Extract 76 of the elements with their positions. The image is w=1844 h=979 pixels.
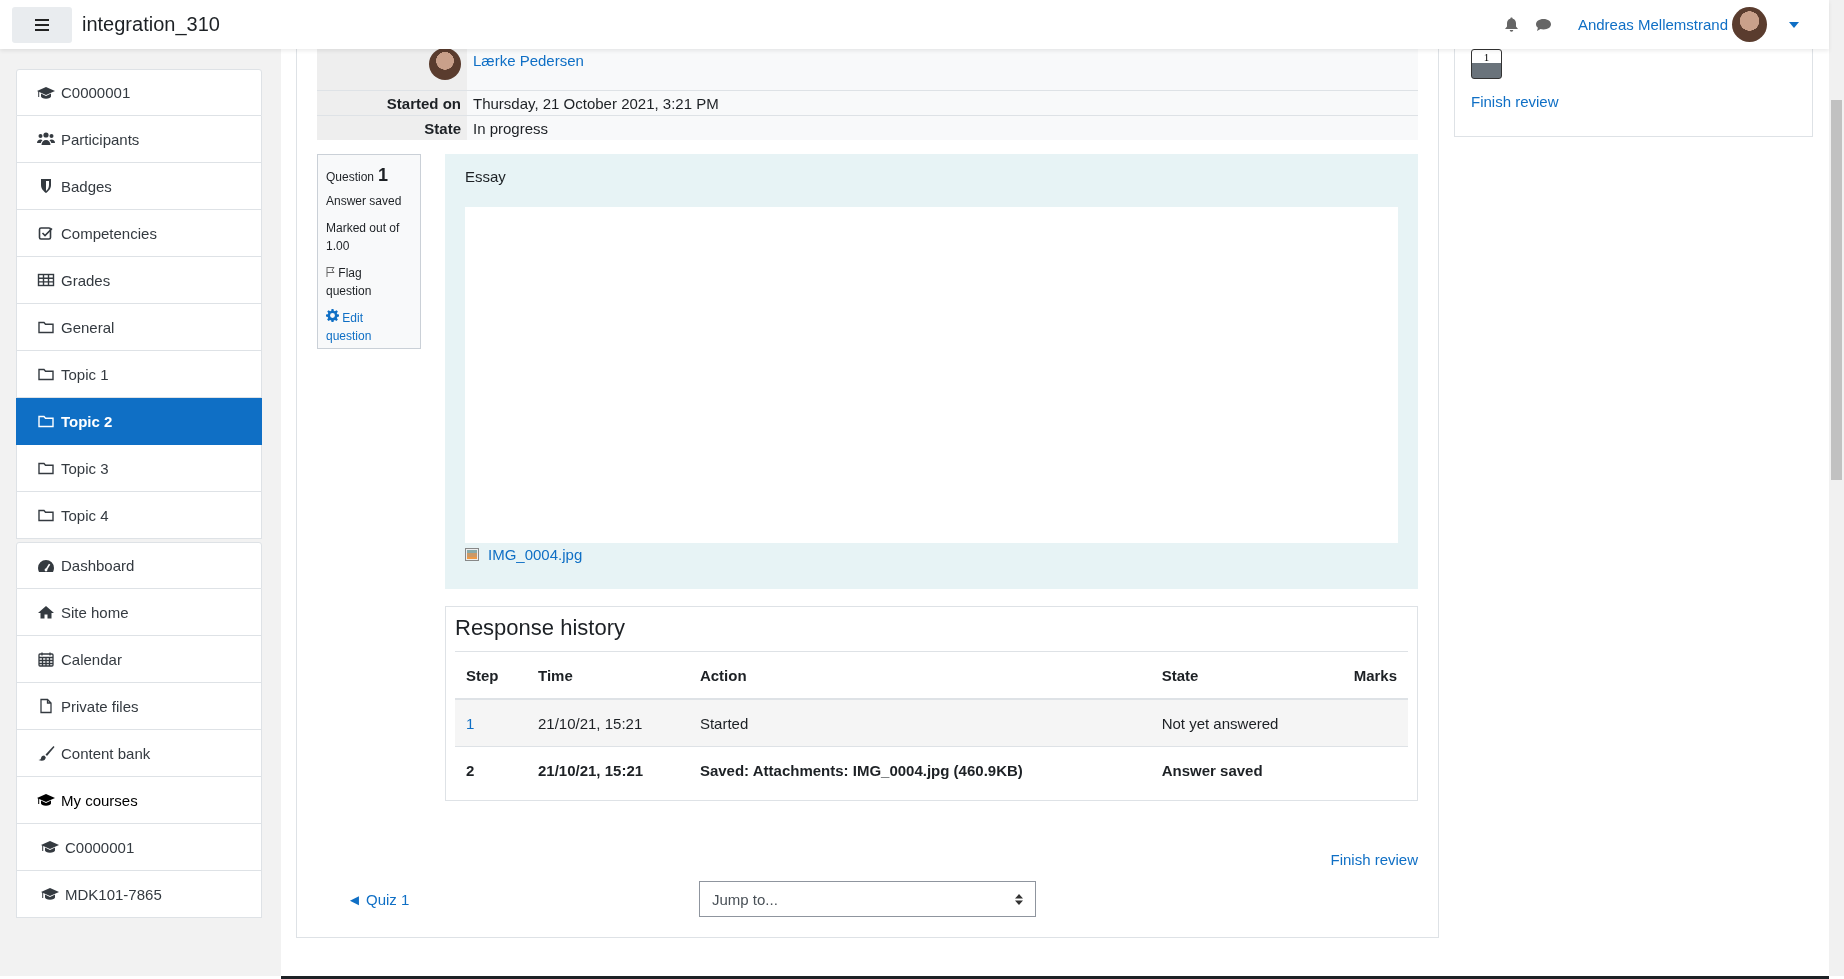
table-cell: Started [699, 714, 749, 732]
question-nav-button[interactable]: 1 [1471, 49, 1502, 79]
sidebar-item[interactable]: Grades [16, 257, 262, 304]
menu-icon [35, 18, 49, 31]
summary-value: In progress [473, 119, 549, 137]
checkbox-icon [37, 225, 55, 241]
sidebar-item[interactable]: Topic 3 [16, 445, 262, 492]
menu-button[interactable] [12, 6, 72, 43]
sidebar-item[interactable]: MDK101-7865 [16, 871, 262, 918]
step-link[interactable]: 1 [466, 714, 475, 732]
table-cell: Not yet answered [1161, 714, 1279, 732]
previous-activity-link[interactable]: ◄ Quiz 1 [347, 890, 699, 908]
folder-icon [37, 507, 55, 523]
response-history-title: Response history [455, 614, 626, 642]
sidebar-item[interactable]: Topic 2 [16, 398, 262, 445]
folder-icon [37, 460, 55, 476]
caret-icon[interactable] [1789, 21, 1799, 28]
summary-label: State [424, 119, 461, 137]
graduation-cap-icon [37, 792, 55, 808]
question-label: Question [326, 170, 375, 184]
brush-icon [37, 745, 55, 761]
question-number: 1 [378, 165, 389, 185]
table-cell: Answer saved [1161, 761, 1263, 779]
question-status: Answer saved [326, 193, 403, 210]
image-file-icon [465, 548, 479, 561]
sidebar-item[interactable]: Dashboard [16, 542, 262, 589]
sidebar-item[interactable]: Private files [16, 683, 262, 730]
sidebar-item[interactable]: Topic 4 [16, 492, 262, 539]
jump-to-select[interactable]: Jump to... [699, 881, 1036, 917]
sidebar-item[interactable]: Site home [16, 589, 262, 636]
sidebar-item[interactable]: Participants [16, 116, 262, 163]
finish-review-link[interactable]: Finish review [1330, 851, 1418, 868]
calendar-icon [37, 651, 55, 667]
sidebar-item[interactable]: Calendar [16, 636, 262, 683]
user-avatar[interactable] [1732, 7, 1767, 42]
file-icon [37, 698, 55, 714]
graduation-cap-icon [41, 839, 59, 855]
graduation-cap-icon [41, 886, 59, 902]
question-text: Essay [465, 168, 507, 185]
folder-icon [37, 319, 55, 335]
site-name[interactable]: integration_310 [82, 13, 220, 36]
sidebar-item[interactable]: C0000001 [16, 69, 262, 116]
chat-bubble-icon[interactable] [1534, 17, 1552, 32]
settings-icon [326, 309, 339, 322]
table-icon [37, 272, 55, 288]
notification-bell-icon[interactable] [1503, 16, 1519, 33]
edit-question-link[interactable]: Edit question [326, 309, 398, 345]
student-name-link[interactable]: Lærke Pedersen [473, 52, 584, 69]
table-cell: 21/10/21, 15:21 [538, 761, 644, 779]
flag-icon [326, 266, 335, 277]
finish-review-link[interactable]: Finish review [1471, 93, 1796, 110]
folder-icon [37, 366, 55, 382]
users-icon [37, 131, 55, 147]
user-name[interactable]: Andreas Mellemstrand [1577, 16, 1728, 33]
sidebar-item[interactable]: Topic 1 [16, 351, 262, 398]
summary-value: Thursday, 21 October 2021, 3:21 PM [473, 94, 719, 112]
question-grade: Marked out of 1.00 [326, 220, 401, 255]
sidebar-item[interactable]: General [16, 304, 262, 351]
attachment-link[interactable]: IMG_0004.jpg [465, 546, 1398, 563]
table-cell: 2 [466, 761, 475, 779]
flag-question-link[interactable]: Flag question [326, 264, 398, 300]
graduation-cap-icon [37, 84, 55, 101]
sidebar-item[interactable]: Badges [16, 163, 262, 210]
sidebar-item[interactable]: C0000001 [16, 824, 262, 871]
table-cell: Saved: Attachments: IMG_0004.jpg (460.9KB) [699, 761, 1023, 779]
sidebar-item[interactable]: Competencies [16, 210, 262, 257]
student-avatar [429, 48, 461, 80]
scrollbar[interactable] [1829, 0, 1844, 976]
home-icon [37, 604, 55, 620]
sidebar-item[interactable]: Content bank [16, 730, 262, 777]
select-arrows-icon [1015, 893, 1023, 905]
table-cell: 21/10/21, 15:21 [538, 714, 643, 732]
gauge-icon [37, 557, 55, 574]
folder-icon [37, 413, 55, 429]
summary-label: Started on [386, 94, 461, 112]
sidebar-item[interactable]: My courses [16, 777, 262, 824]
